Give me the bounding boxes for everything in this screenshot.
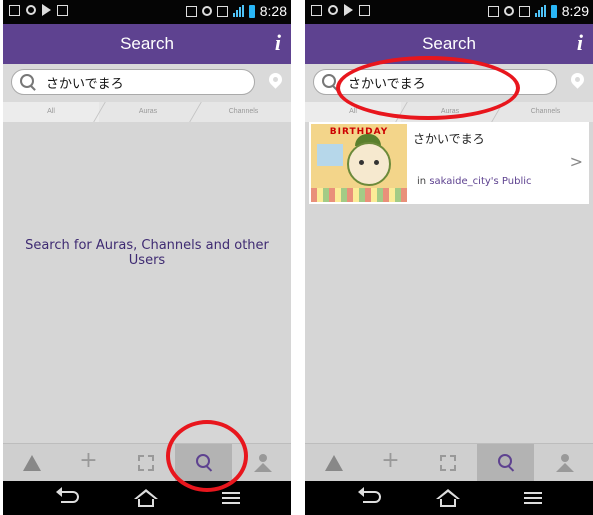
- search-row: さかいでまろ: [3, 64, 291, 102]
- nav-add[interactable]: +: [362, 444, 419, 482]
- sync-icon: [503, 6, 514, 16]
- empty-state-message: Search for Auras, Channels and other Use…: [25, 238, 269, 268]
- nav-scan[interactable]: [419, 444, 476, 482]
- nav-auras[interactable]: [305, 444, 362, 482]
- tab-auras[interactable]: Auras: [100, 102, 196, 122]
- system-nav-bar: [305, 481, 593, 515]
- back-icon[interactable]: [358, 487, 381, 503]
- back-icon[interactable]: [56, 487, 79, 503]
- info-icon[interactable]: i: [275, 30, 281, 56]
- thumbnail-card: [317, 144, 343, 166]
- nav-profile[interactable]: [536, 444, 593, 482]
- status-bar: 8:29: [305, 0, 593, 24]
- system-nav-bar: [3, 481, 291, 515]
- add-plus-icon: +: [381, 448, 400, 473]
- search-icon: [20, 74, 34, 88]
- add-plus-icon: +: [79, 448, 98, 473]
- messenger-icon: [518, 5, 530, 17]
- nav-scan[interactable]: [117, 444, 174, 482]
- status-time: 8:29: [561, 3, 589, 19]
- tab-all[interactable]: All: [3, 102, 99, 122]
- sync-icon: [201, 6, 212, 16]
- chevron-right-icon: >: [569, 152, 583, 171]
- calendar-notification-icon: [57, 4, 68, 16]
- nav-add[interactable]: +: [60, 444, 117, 482]
- gallery-notification-icon: [9, 4, 20, 16]
- aura-thumbnail: BIRTHDAY: [311, 124, 407, 202]
- play-store-icon: [344, 4, 353, 16]
- notification-icon: [328, 5, 338, 15]
- phone-screen-left: 8:28 Search i さかいでまろ All Auras Channels …: [3, 0, 291, 515]
- notification-icon: [26, 5, 36, 15]
- home-icon[interactable]: [436, 489, 460, 507]
- results-area: BIRTHDAY さかいでまろ in sakaide_city's Public…: [305, 122, 593, 443]
- nav-auras[interactable]: [3, 444, 60, 482]
- tab-channels[interactable]: Channels: [196, 102, 291, 122]
- nfc-icon: [487, 5, 499, 17]
- search-result-item[interactable]: BIRTHDAY さかいでまろ in sakaide_city's Public…: [309, 122, 589, 204]
- page-title: Search: [120, 34, 174, 53]
- location-pin-icon[interactable]: [568, 70, 587, 89]
- bottom-nav: +: [3, 443, 291, 482]
- annotation-circle-search-field: [336, 56, 520, 120]
- app-header: Search i: [3, 24, 291, 64]
- search-icon: [322, 74, 336, 88]
- search-input[interactable]: さかいでまろ: [11, 69, 255, 95]
- scan-frame-icon: [439, 455, 456, 471]
- bottom-nav: +: [305, 443, 593, 482]
- result-title: さかいでまろ: [413, 132, 485, 146]
- calendar-notification-icon: [359, 4, 370, 16]
- messenger-icon: [216, 5, 228, 17]
- result-in-label: in: [417, 176, 427, 187]
- mascot-face: [347, 142, 391, 186]
- gallery-notification-icon: [311, 4, 322, 16]
- result-channel-name: sakaide_city's Public: [429, 176, 532, 187]
- play-store-icon: [42, 4, 51, 16]
- results-area: Search for Auras, Channels and other Use…: [3, 122, 291, 443]
- menu-icon[interactable]: [524, 492, 542, 504]
- tab-channels[interactable]: Channels: [498, 102, 593, 122]
- signal-icon: [232, 5, 244, 17]
- annotation-circle-search-tab: [166, 420, 248, 492]
- info-icon[interactable]: i: [577, 30, 583, 56]
- home-icon[interactable]: [134, 489, 158, 507]
- nfc-icon: [185, 5, 197, 17]
- status-bar: 8:28: [3, 0, 291, 24]
- profile-person-icon: [253, 454, 272, 472]
- thumbnail-flowers: [311, 188, 407, 202]
- menu-icon[interactable]: [222, 492, 240, 504]
- auras-pyramid-icon: [324, 455, 343, 471]
- battery-icon: [550, 4, 557, 18]
- profile-person-icon: [555, 454, 574, 472]
- status-time: 8:28: [259, 3, 287, 19]
- auras-pyramid-icon: [22, 455, 41, 471]
- scan-frame-icon: [137, 455, 154, 471]
- search-input-value: さかいでまろ: [46, 77, 124, 92]
- search-tabs: All Auras Channels: [3, 102, 291, 122]
- battery-icon: [248, 4, 255, 18]
- search-icon: [497, 454, 512, 468]
- result-channel: in sakaide_city's Public: [417, 176, 532, 187]
- nav-search[interactable]: [477, 444, 534, 482]
- location-pin-icon[interactable]: [266, 70, 285, 89]
- signal-icon: [534, 5, 546, 17]
